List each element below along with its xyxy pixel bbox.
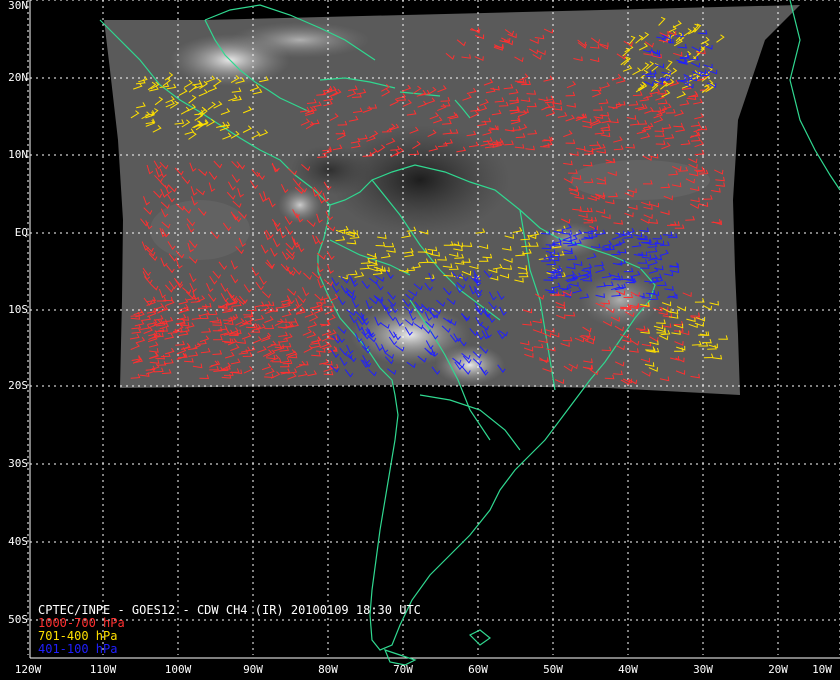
lat-label: 30S (8, 457, 28, 470)
lat-label: 10S (8, 303, 28, 316)
lon-label: 50W (543, 663, 563, 676)
lon-label: 20W (768, 663, 788, 676)
lon-label: 90W (243, 663, 263, 676)
lon-label: 110W (89, 663, 117, 676)
lon-label: 10W (812, 663, 832, 676)
lon-label: 120W (14, 663, 42, 676)
lat-label: 10N (8, 148, 28, 161)
lon-label: 30W (693, 663, 713, 676)
satellite-wind-map (27, 0, 840, 666)
lat-label: 20N (8, 71, 28, 84)
legend-high-level: 401-100 hPa (38, 642, 118, 656)
lat-label: 30N (8, 0, 28, 12)
lon-label: 80W (318, 663, 338, 676)
lat-label: 50S (8, 613, 28, 626)
lat-label: 40S (8, 535, 28, 548)
lon-label: 70W (393, 663, 413, 676)
lon-label: 40W (618, 663, 638, 676)
lat-label: 20S (8, 379, 28, 392)
lon-label: 60W (468, 663, 488, 676)
lat-label: EQ (14, 226, 28, 239)
lon-label: 100W (164, 663, 192, 676)
